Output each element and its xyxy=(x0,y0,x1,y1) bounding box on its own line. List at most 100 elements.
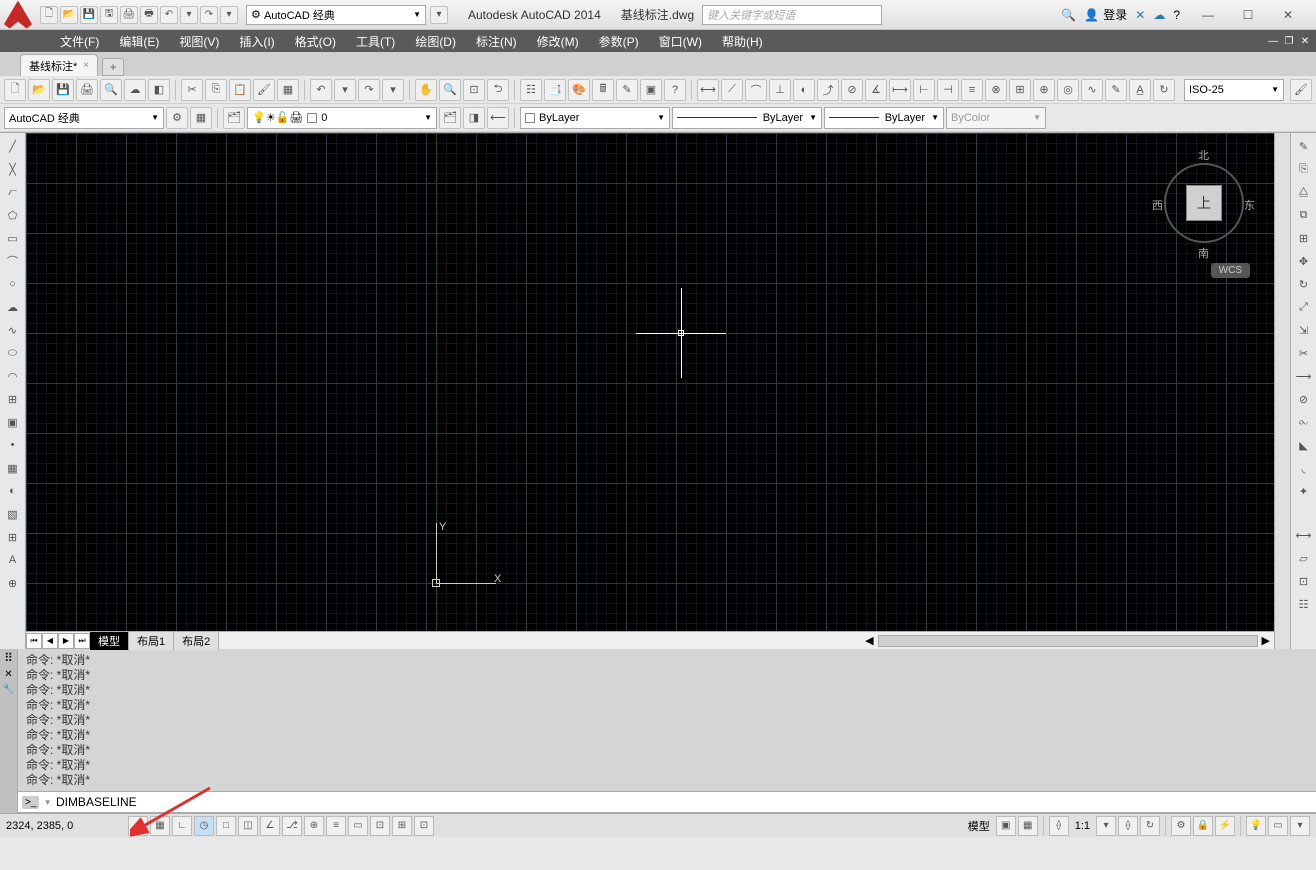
cut-icon[interactable]: ✂ xyxy=(181,79,203,101)
inspect-icon[interactable]: ◎ xyxy=(1057,79,1079,101)
jogline-icon[interactable]: ∿ xyxy=(1081,79,1103,101)
wcs-badge[interactable]: WCS xyxy=(1211,263,1250,278)
command-history[interactable]: 命令: *取消*命令: *取消*命令: *取消*命令: *取消*命令: *取消*… xyxy=(18,649,1316,791)
block-icon[interactable]: ▦ xyxy=(277,79,299,101)
save-icon[interactable]: 💾 xyxy=(80,6,98,24)
plotstyle-dropdown[interactable]: ByColor ▼ xyxy=(946,107,1046,129)
tolerance-icon[interactable]: ⊞ xyxy=(1009,79,1031,101)
menu-draw[interactable]: 绘图(D) xyxy=(405,31,466,52)
menu-modify[interactable]: 修改(M) xyxy=(527,31,589,52)
dimjog-icon[interactable]: ⤴ xyxy=(817,79,839,101)
dimdiameter-icon[interactable]: ⊘ xyxy=(841,79,863,101)
qat-more-icon[interactable]: ▾ xyxy=(430,6,448,24)
command-input[interactable]: DIMBASELINE xyxy=(56,795,137,809)
model-button[interactable]: 模型 xyxy=(964,818,994,834)
new-icon[interactable]: 🗋 xyxy=(40,6,58,24)
stretch-icon[interactable]: ⇲ xyxy=(1293,319,1315,341)
pline-icon[interactable]: ⦧ xyxy=(2,181,24,203)
mtext-icon[interactable]: A xyxy=(2,549,24,571)
undo2-icon[interactable]: ↶ xyxy=(310,79,332,101)
fillet-icon[interactable]: ◟ xyxy=(1293,457,1315,479)
osnap-icon[interactable]: □ xyxy=(216,816,236,836)
otrack-icon[interactable]: ∠ xyxy=(260,816,280,836)
dimbase-icon[interactable]: ⊢ xyxy=(913,79,935,101)
revcloud-icon[interactable]: ☁ xyxy=(2,296,24,318)
qdim-icon[interactable]: ⟼ xyxy=(889,79,911,101)
mdi-minimize-icon[interactable]: — xyxy=(1266,34,1280,48)
login-button[interactable]: 👤 登录 xyxy=(1084,6,1127,23)
arc-icon[interactable]: ⌒ xyxy=(2,250,24,272)
maximize-button[interactable]: ☐ xyxy=(1228,3,1268,27)
cmd-grip-icon[interactable]: ⠿ xyxy=(4,651,13,665)
addselect-icon[interactable]: ⊕ xyxy=(2,572,24,594)
dimbreak-icon[interactable]: ⊗ xyxy=(985,79,1007,101)
viewcube-north[interactable]: 北 xyxy=(1198,147,1209,163)
region-icon[interactable]: ▧ xyxy=(2,503,24,525)
options-icon[interactable]: ☷ xyxy=(1293,593,1315,615)
markup-icon[interactable]: ✎ xyxy=(616,79,638,101)
anno-vis-icon[interactable]: ⟠ xyxy=(1118,816,1138,836)
grid-icon[interactable]: ▦ xyxy=(150,816,170,836)
trim-icon[interactable]: ✂ xyxy=(1293,342,1315,364)
menu-format[interactable]: 格式(O) xyxy=(285,31,346,52)
menu-tools[interactable]: 工具(T) xyxy=(346,31,405,52)
exchange-icon[interactable]: ✕ xyxy=(1135,8,1145,22)
menu-parametric[interactable]: 参数(P) xyxy=(589,31,649,52)
break-icon[interactable]: ⊘ xyxy=(1293,388,1315,410)
preview-icon[interactable]: 🔍 xyxy=(100,79,122,101)
move-icon[interactable]: ✥ xyxy=(1293,250,1315,272)
undo-icon[interactable]: ↶ xyxy=(160,6,178,24)
menu-insert[interactable]: 插入(I) xyxy=(229,31,284,52)
layout1-tab[interactable]: 布局1 xyxy=(129,632,174,650)
ducs-icon[interactable]: ⎇ xyxy=(282,816,302,836)
clean-icon[interactable]: ▭ xyxy=(1268,816,1288,836)
anno-scale-icon[interactable]: ⟠ xyxy=(1049,816,1069,836)
undo2-drop-icon[interactable]: ▾ xyxy=(334,79,356,101)
explode-icon[interactable]: ✦ xyxy=(1293,480,1315,502)
app-logo-icon[interactable] xyxy=(4,1,32,29)
coordinates[interactable]: 2324, 2385, 0 xyxy=(6,820,126,832)
match-icon[interactable]: 🖌 xyxy=(253,79,275,101)
dist-icon[interactable]: ⟷ xyxy=(1293,524,1315,546)
viewcube-west[interactable]: 西 xyxy=(1152,197,1163,213)
prev-tab-icon[interactable]: ◀ xyxy=(42,633,58,649)
table-icon[interactable]: ⊞ xyxy=(2,526,24,548)
redo2-icon[interactable]: ↷ xyxy=(358,79,380,101)
last-tab-icon[interactable]: ⏭ xyxy=(74,633,90,649)
plot2-icon[interactable]: 🖨 xyxy=(76,79,98,101)
isolate-icon[interactable]: 💡 xyxy=(1246,816,1266,836)
insert-icon[interactable]: ⊞ xyxy=(2,388,24,410)
offset-icon[interactable]: ⧉ xyxy=(1293,204,1315,226)
chamfer-icon[interactable]: ◣ xyxy=(1293,434,1315,456)
print-icon[interactable]: 🖶 xyxy=(140,6,158,24)
save-file-icon[interactable]: 💾 xyxy=(52,79,74,101)
layer-iso-icon[interactable]: ◨ xyxy=(463,107,485,129)
linetype-dropdown[interactable]: ByLayer ▼ xyxy=(672,107,822,129)
mdi-close-icon[interactable]: ✕ xyxy=(1298,34,1312,48)
dimspace-icon[interactable]: ≡ xyxy=(961,79,983,101)
ws-switch-icon[interactable]: ⚙ xyxy=(1171,816,1191,836)
new-file-icon[interactable]: 🗋 xyxy=(4,79,26,101)
dimaligned-icon[interactable]: ⟋ xyxy=(721,79,743,101)
dimarc-icon[interactable]: ⌒ xyxy=(745,79,767,101)
open-file-icon[interactable]: 📂 xyxy=(28,79,50,101)
next-tab-icon[interactable]: ▶ xyxy=(58,633,74,649)
menu-help[interactable]: 帮助(H) xyxy=(712,31,773,52)
dimstyle-dropdown[interactable]: ISO-25 ▼ xyxy=(1184,79,1284,101)
qview-layout-icon[interactable]: ▣ xyxy=(996,816,1016,836)
3d-icon[interactable]: ◧ xyxy=(148,79,170,101)
join-icon[interactable]: ⧜ xyxy=(1293,411,1315,433)
center-icon[interactable]: ⊕ xyxy=(1033,79,1055,101)
zoom-prev-icon[interactable]: ⮌ xyxy=(487,79,509,101)
layer-dropdown[interactable]: 💡 ☀ 🔓 🖨 0 ▼ xyxy=(247,107,437,129)
search-icon[interactable]: 🔍 xyxy=(1061,8,1076,22)
drawing-canvas[interactable]: X Y 上 北 南 东 西 WCS xyxy=(26,133,1274,631)
tpy-icon[interactable]: ▭ xyxy=(348,816,368,836)
pan-icon[interactable]: ✋ xyxy=(415,79,437,101)
cmd-options-icon[interactable]: 🔧 xyxy=(2,684,14,695)
point-icon[interactable]: • xyxy=(2,434,24,456)
vscrollbar[interactable] xyxy=(1274,133,1290,649)
lineweight-dropdown[interactable]: ByLayer ▼ xyxy=(824,107,944,129)
viewcube-top[interactable]: 上 xyxy=(1186,185,1222,221)
minimize-button[interactable]: — xyxy=(1188,3,1228,27)
